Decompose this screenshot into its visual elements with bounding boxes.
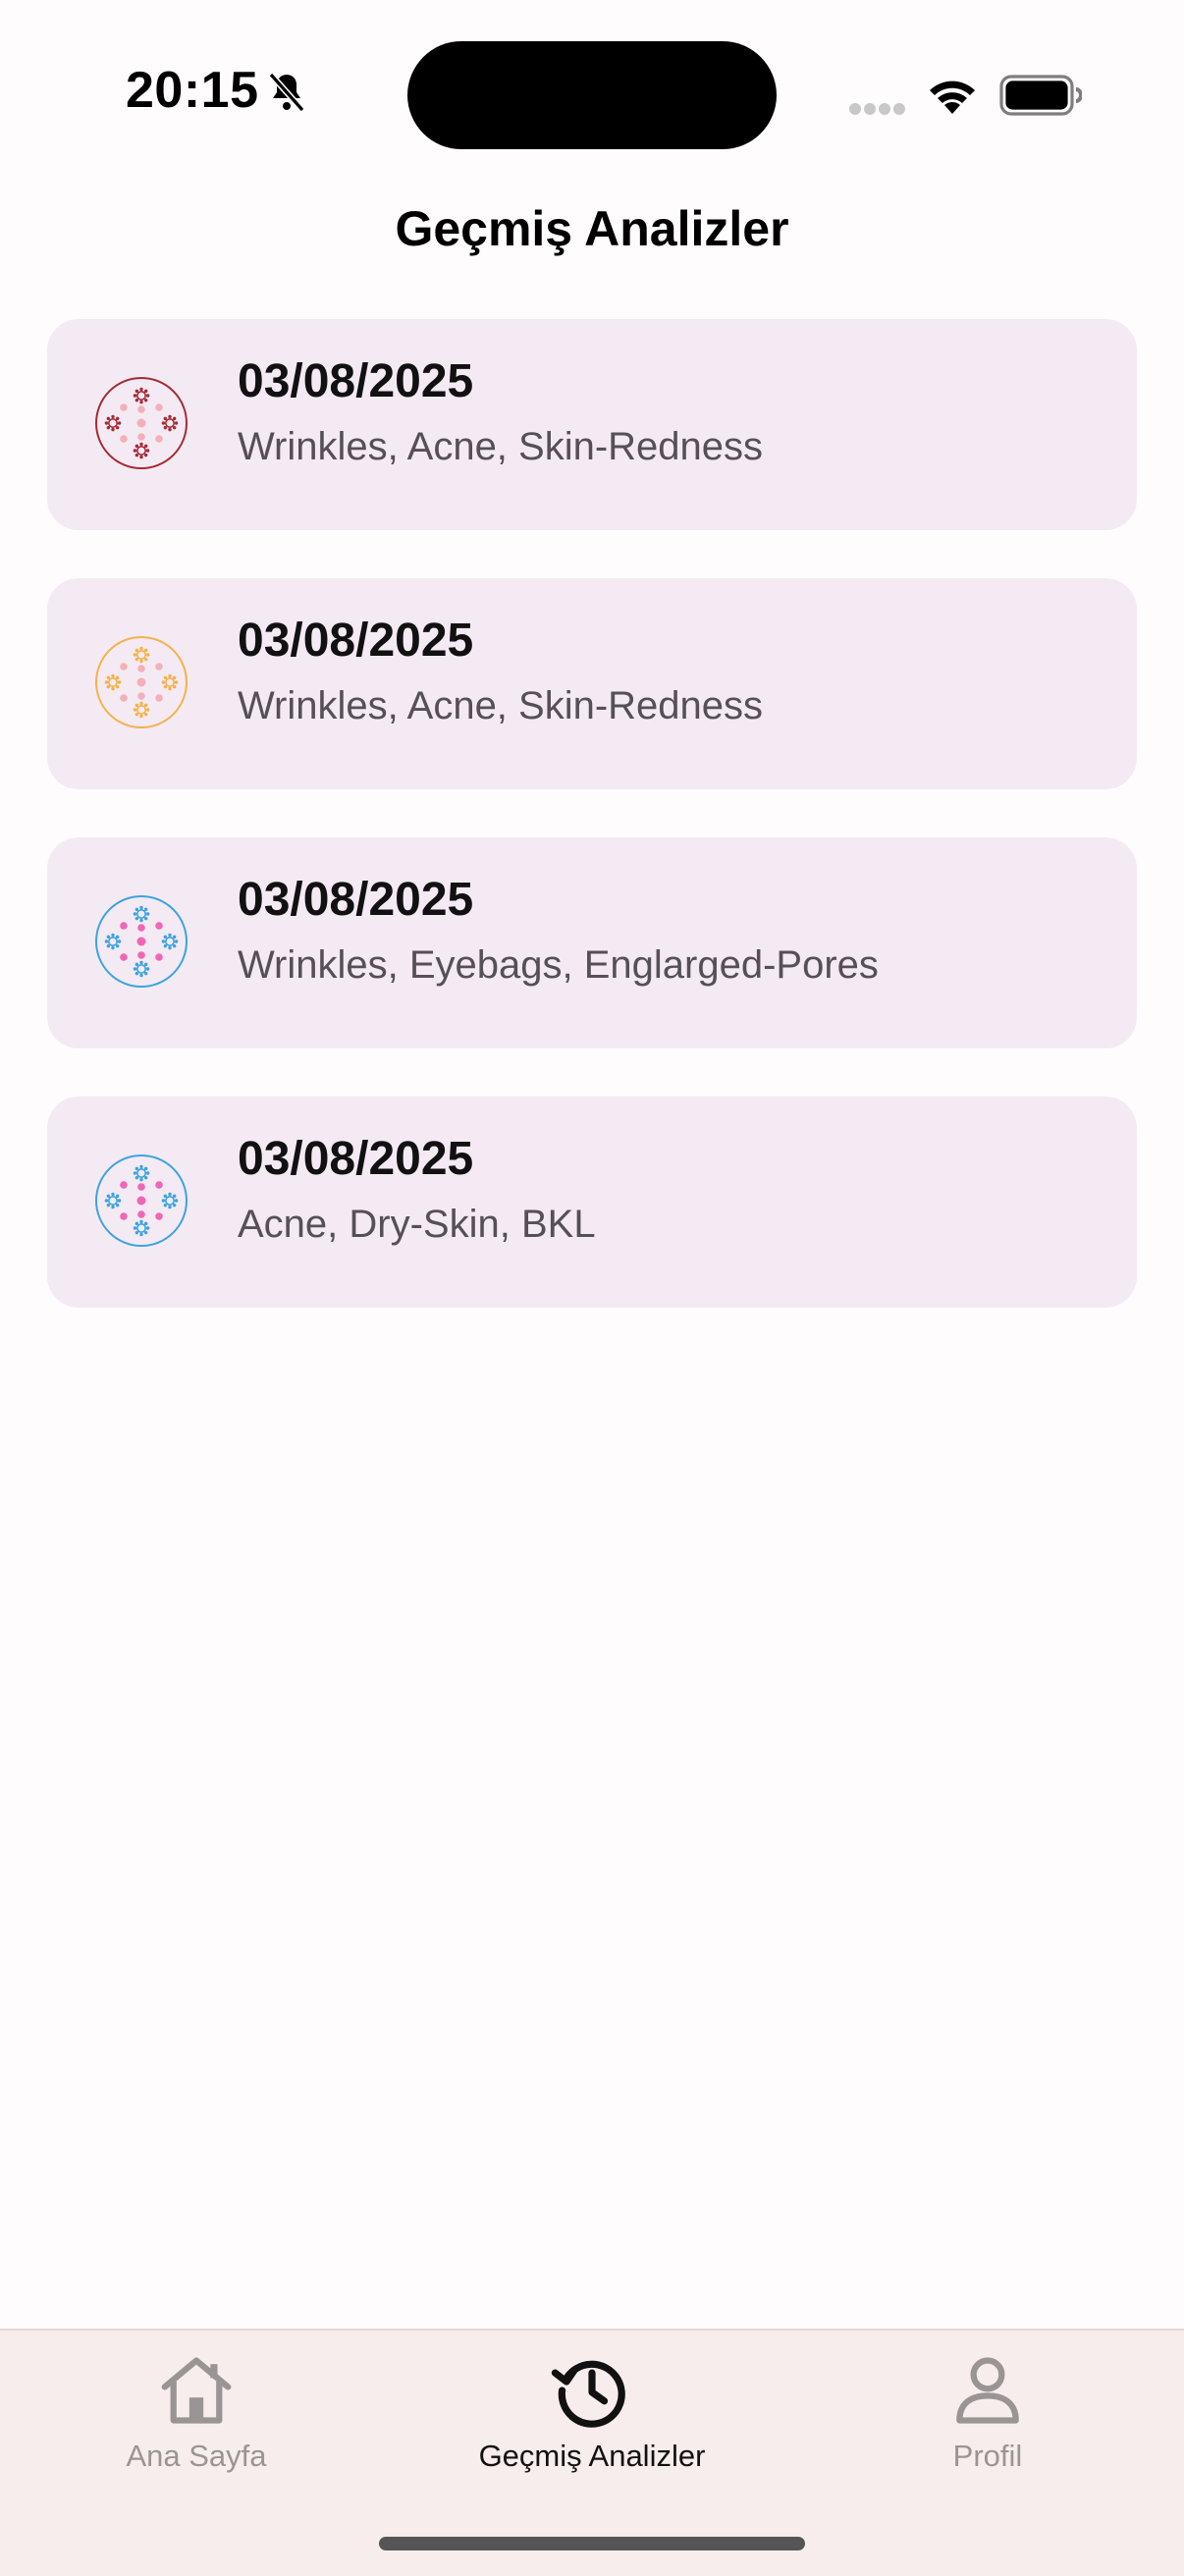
nav-label-home: Ana Sayfa (126, 2439, 267, 2473)
analysis-tags: Wrinkles, Acne, Skin-Redness (238, 425, 764, 468)
analysis-date: 03/08/2025 (238, 355, 474, 407)
nav-item-history[interactable]: Geçmiş Analizler (396, 2348, 788, 2496)
nav-item-home[interactable]: Ana Sayfa (0, 2348, 393, 2496)
history-icon (551, 2360, 625, 2428)
page-title: Geçmiş Analizler (395, 201, 789, 256)
analysis-tags: Acne, Dry-Skin, BKL (238, 1203, 596, 1246)
analysis-date: 03/08/2025 (238, 615, 474, 667)
bell-slash-icon (268, 72, 305, 113)
analysis-dots-icon (95, 1154, 188, 1247)
user-icon (956, 2357, 1019, 2424)
status-time: 20:15 (126, 62, 259, 119)
analysis-tags: Wrinkles, Eyebags, Englarged-Pores (238, 943, 879, 987)
nav-label-profile: Profil (952, 2439, 1023, 2473)
analysis-date: 03/08/2025 (238, 874, 474, 926)
analysis-tags: Wrinkles, Acne, Skin-Redness (238, 684, 764, 727)
home-icon (161, 2357, 232, 2424)
signal-icon (849, 103, 905, 115)
analysis-dots-icon (95, 377, 188, 469)
nav-label-history: Geçmiş Analizler (478, 2439, 706, 2473)
home-indicator (379, 2537, 805, 2550)
dynamic-island (407, 41, 777, 149)
analysis-card[interactable]: 03/08/2025 Wrinkles, Acne, Skin-Redness (47, 319, 1137, 530)
analysis-dots-icon (95, 895, 188, 988)
wifi-icon (930, 80, 975, 114)
analysis-date: 03/08/2025 (238, 1133, 474, 1185)
analysis-dots-icon (95, 636, 188, 728)
battery-icon (999, 75, 1082, 116)
nav-item-profile[interactable]: Profil (791, 2348, 1184, 2496)
analysis-card[interactable]: 03/08/2025 Wrinkles, Acne, Skin-Redness (47, 578, 1137, 789)
analysis-card[interactable]: 03/08/2025 Wrinkles, Eyebags, Englarged-… (47, 837, 1137, 1048)
analysis-card[interactable]: 03/08/2025 Acne, Dry-Skin, BKL (47, 1097, 1137, 1308)
